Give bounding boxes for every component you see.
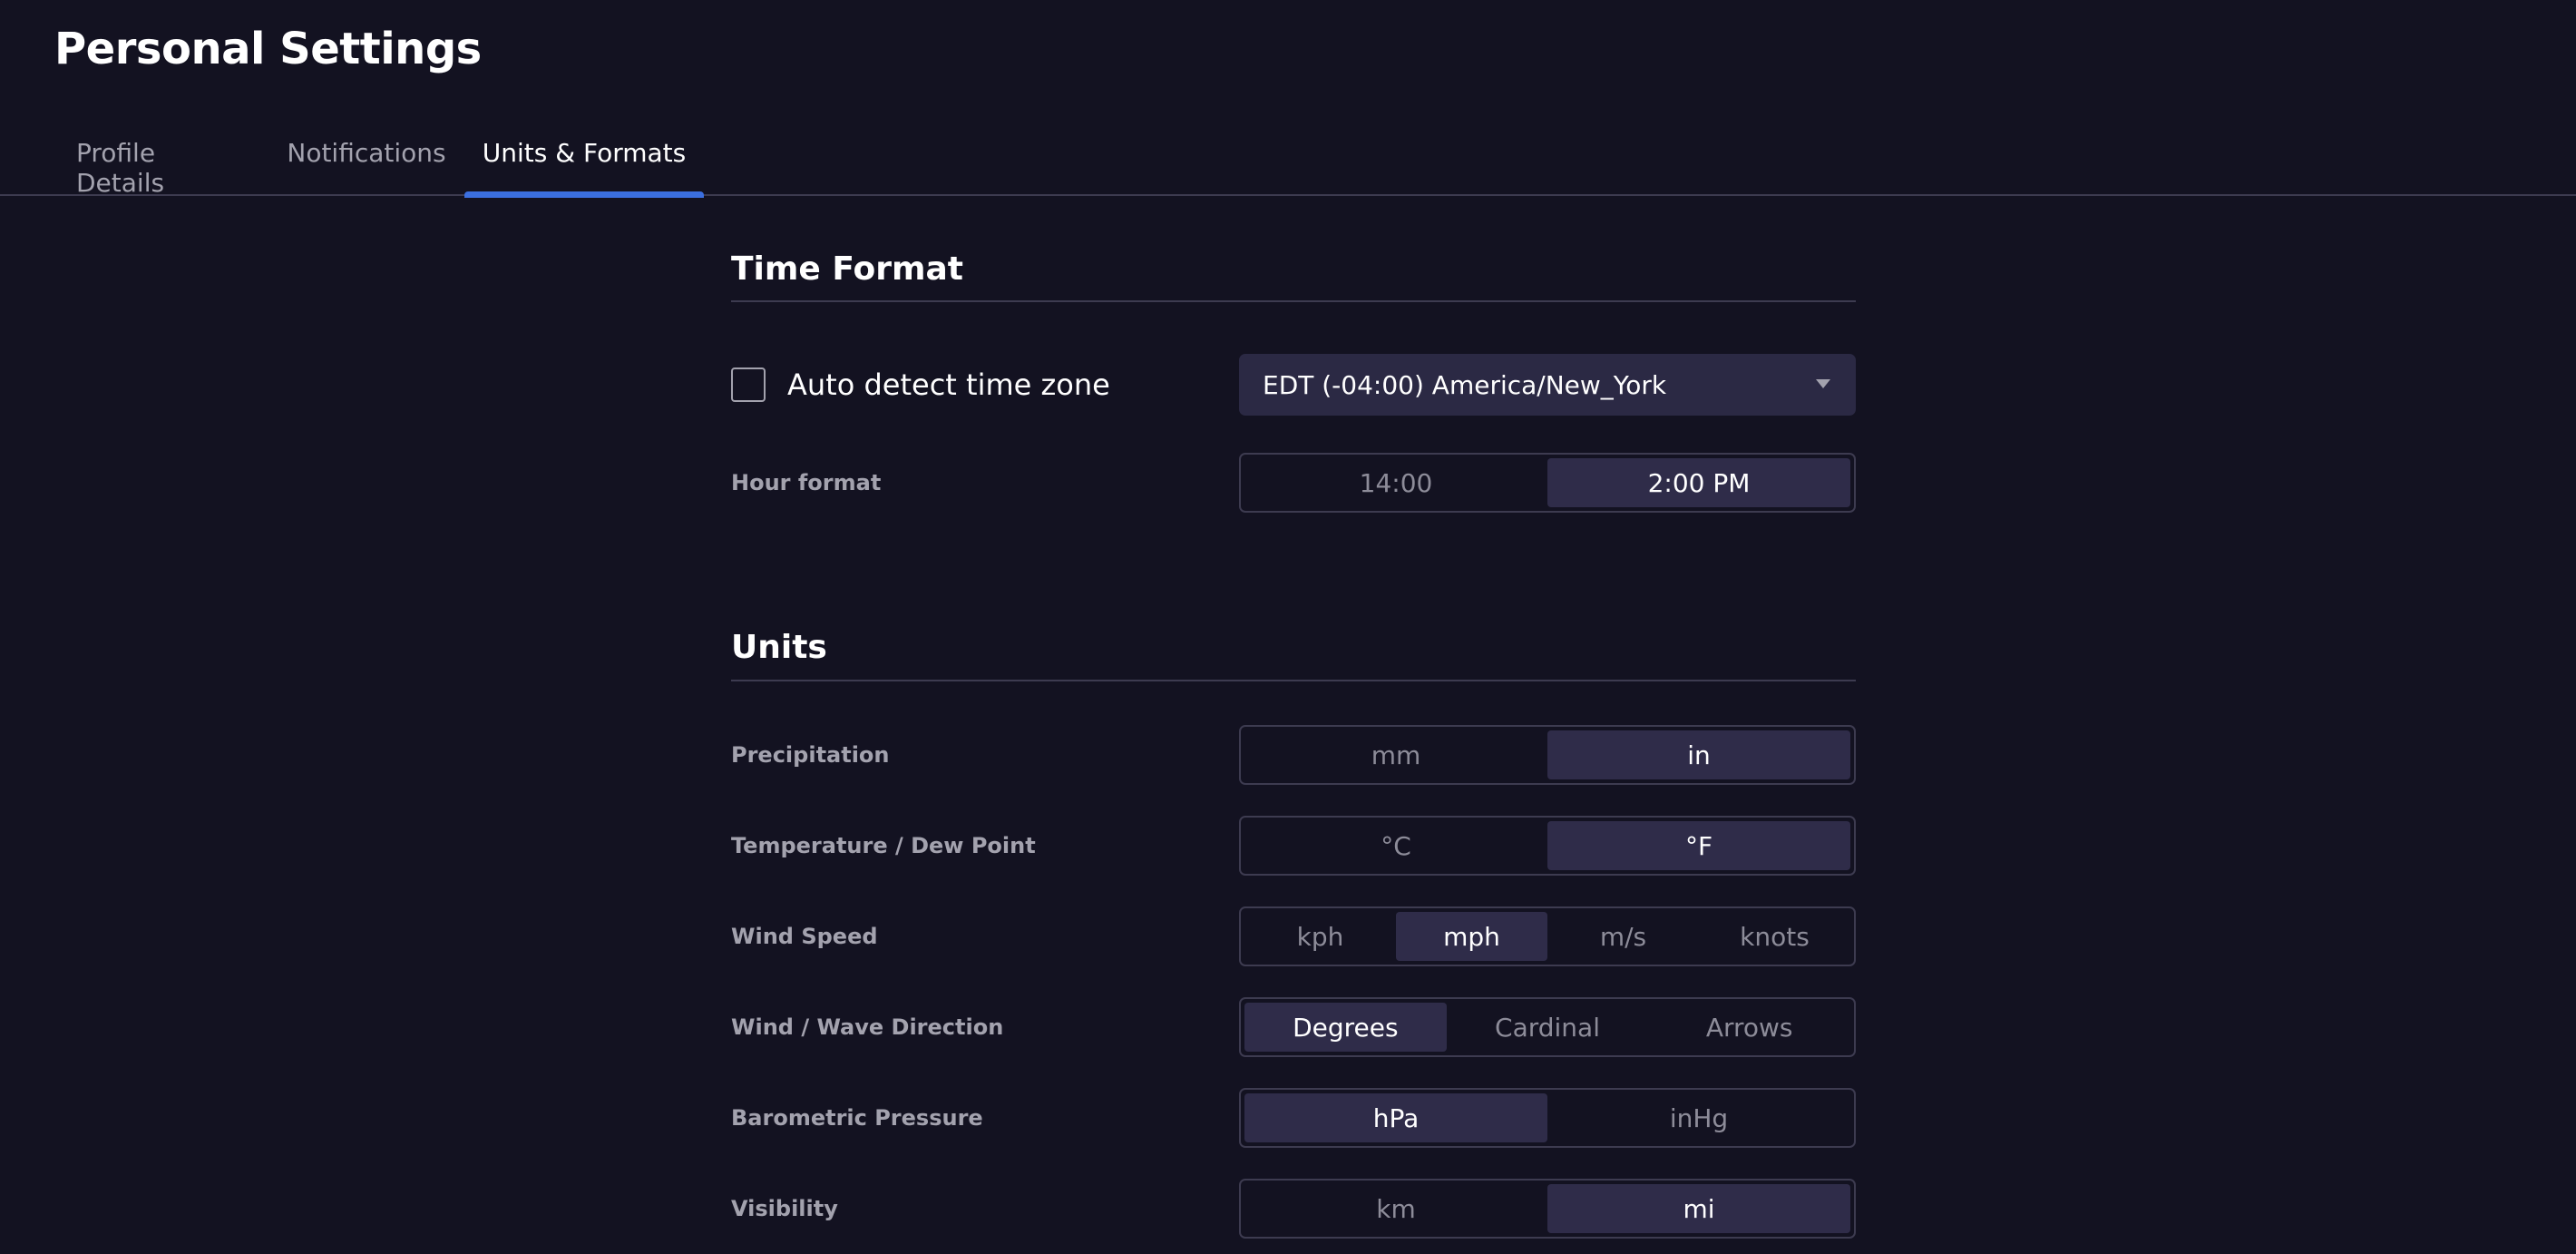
barometric-pressure-label: Barometric Pressure — [731, 1105, 983, 1131]
hour-format-label: Hour format — [731, 470, 882, 495]
wind-speed-option-knots[interactable]: knots — [1699, 912, 1850, 961]
hour-format-toggle: 14:00 2:00 PM — [1239, 453, 1856, 513]
page-title: Personal Settings — [54, 24, 482, 74]
wind-per-wave-direction-option-degrees[interactable]: Degrees — [1244, 1003, 1447, 1052]
units-divider — [731, 680, 1856, 681]
precipitation-option-mm[interactable]: mm — [1244, 730, 1547, 779]
barometric-pressure-option-hpa[interactable]: hPa — [1244, 1093, 1547, 1142]
timezone-value: EDT (-04:00) America/New_York — [1263, 369, 1667, 400]
precipitation-option-in[interactable]: in — [1547, 730, 1850, 779]
settings-tabs: Profile Details Notifications Units & Fo… — [0, 127, 2576, 198]
time-format-heading: Time Format — [731, 250, 963, 288]
wind-speed-option-kph[interactable]: kph — [1244, 912, 1396, 961]
hour-format-option-14-00[interactable]: 14:00 — [1244, 458, 1547, 507]
hour-format-option-2-00-pm[interactable]: 2:00 PM — [1547, 458, 1850, 507]
precipitation-label: Precipitation — [731, 742, 890, 768]
wind-speed-label: Wind Speed — [731, 924, 878, 949]
barometric-pressure-toggle: hPa inHg — [1239, 1088, 1856, 1148]
precipitation-toggle: mm in — [1239, 725, 1856, 785]
tab-units-formats[interactable]: Units & Formats — [464, 127, 704, 198]
tab-profile-details[interactable]: Profile Details — [76, 127, 245, 198]
tab-notifications[interactable]: Notifications — [287, 127, 445, 196]
temperature-per-dew-point-option-celsius[interactable]: °C — [1244, 821, 1547, 870]
barometric-pressure-option-inhg[interactable]: inHg — [1547, 1093, 1850, 1142]
wind-speed-toggle: kph mph m/s knots — [1239, 906, 1856, 966]
wind-per-wave-direction-label: Wind / Wave Direction — [731, 1014, 1004, 1040]
temperature-per-dew-point-toggle: °C °F — [1239, 816, 1856, 876]
temperature-per-dew-point-label: Temperature / Dew Point — [731, 833, 1036, 858]
time-format-divider — [731, 300, 1856, 302]
wind-per-wave-direction-option-arrows[interactable]: Arrows — [1648, 1003, 1850, 1052]
visibility-toggle: km mi — [1239, 1179, 1856, 1239]
wind-speed-option-mph[interactable]: mph — [1396, 912, 1547, 961]
visibility-option-mi[interactable]: mi — [1547, 1184, 1850, 1233]
visibility-option-km[interactable]: km — [1244, 1184, 1547, 1233]
auto-detect-timezone-label[interactable]: Auto detect time zone — [787, 363, 1110, 407]
wind-per-wave-direction-option-cardinal[interactable]: Cardinal — [1447, 1003, 1649, 1052]
auto-detect-timezone-checkbox[interactable] — [731, 367, 766, 402]
timezone-select[interactable]: EDT (-04:00) America/New_York — [1239, 354, 1856, 416]
visibility-label: Visibility — [731, 1196, 838, 1221]
wind-per-wave-direction-toggle: Degrees Cardinal Arrows — [1239, 997, 1856, 1057]
caret-down-icon — [1816, 379, 1830, 388]
temperature-per-dew-point-option-fahrenheit[interactable]: °F — [1547, 821, 1850, 870]
units-heading: Units — [731, 629, 827, 666]
wind-speed-option-m-per-s[interactable]: m/s — [1547, 912, 1699, 961]
